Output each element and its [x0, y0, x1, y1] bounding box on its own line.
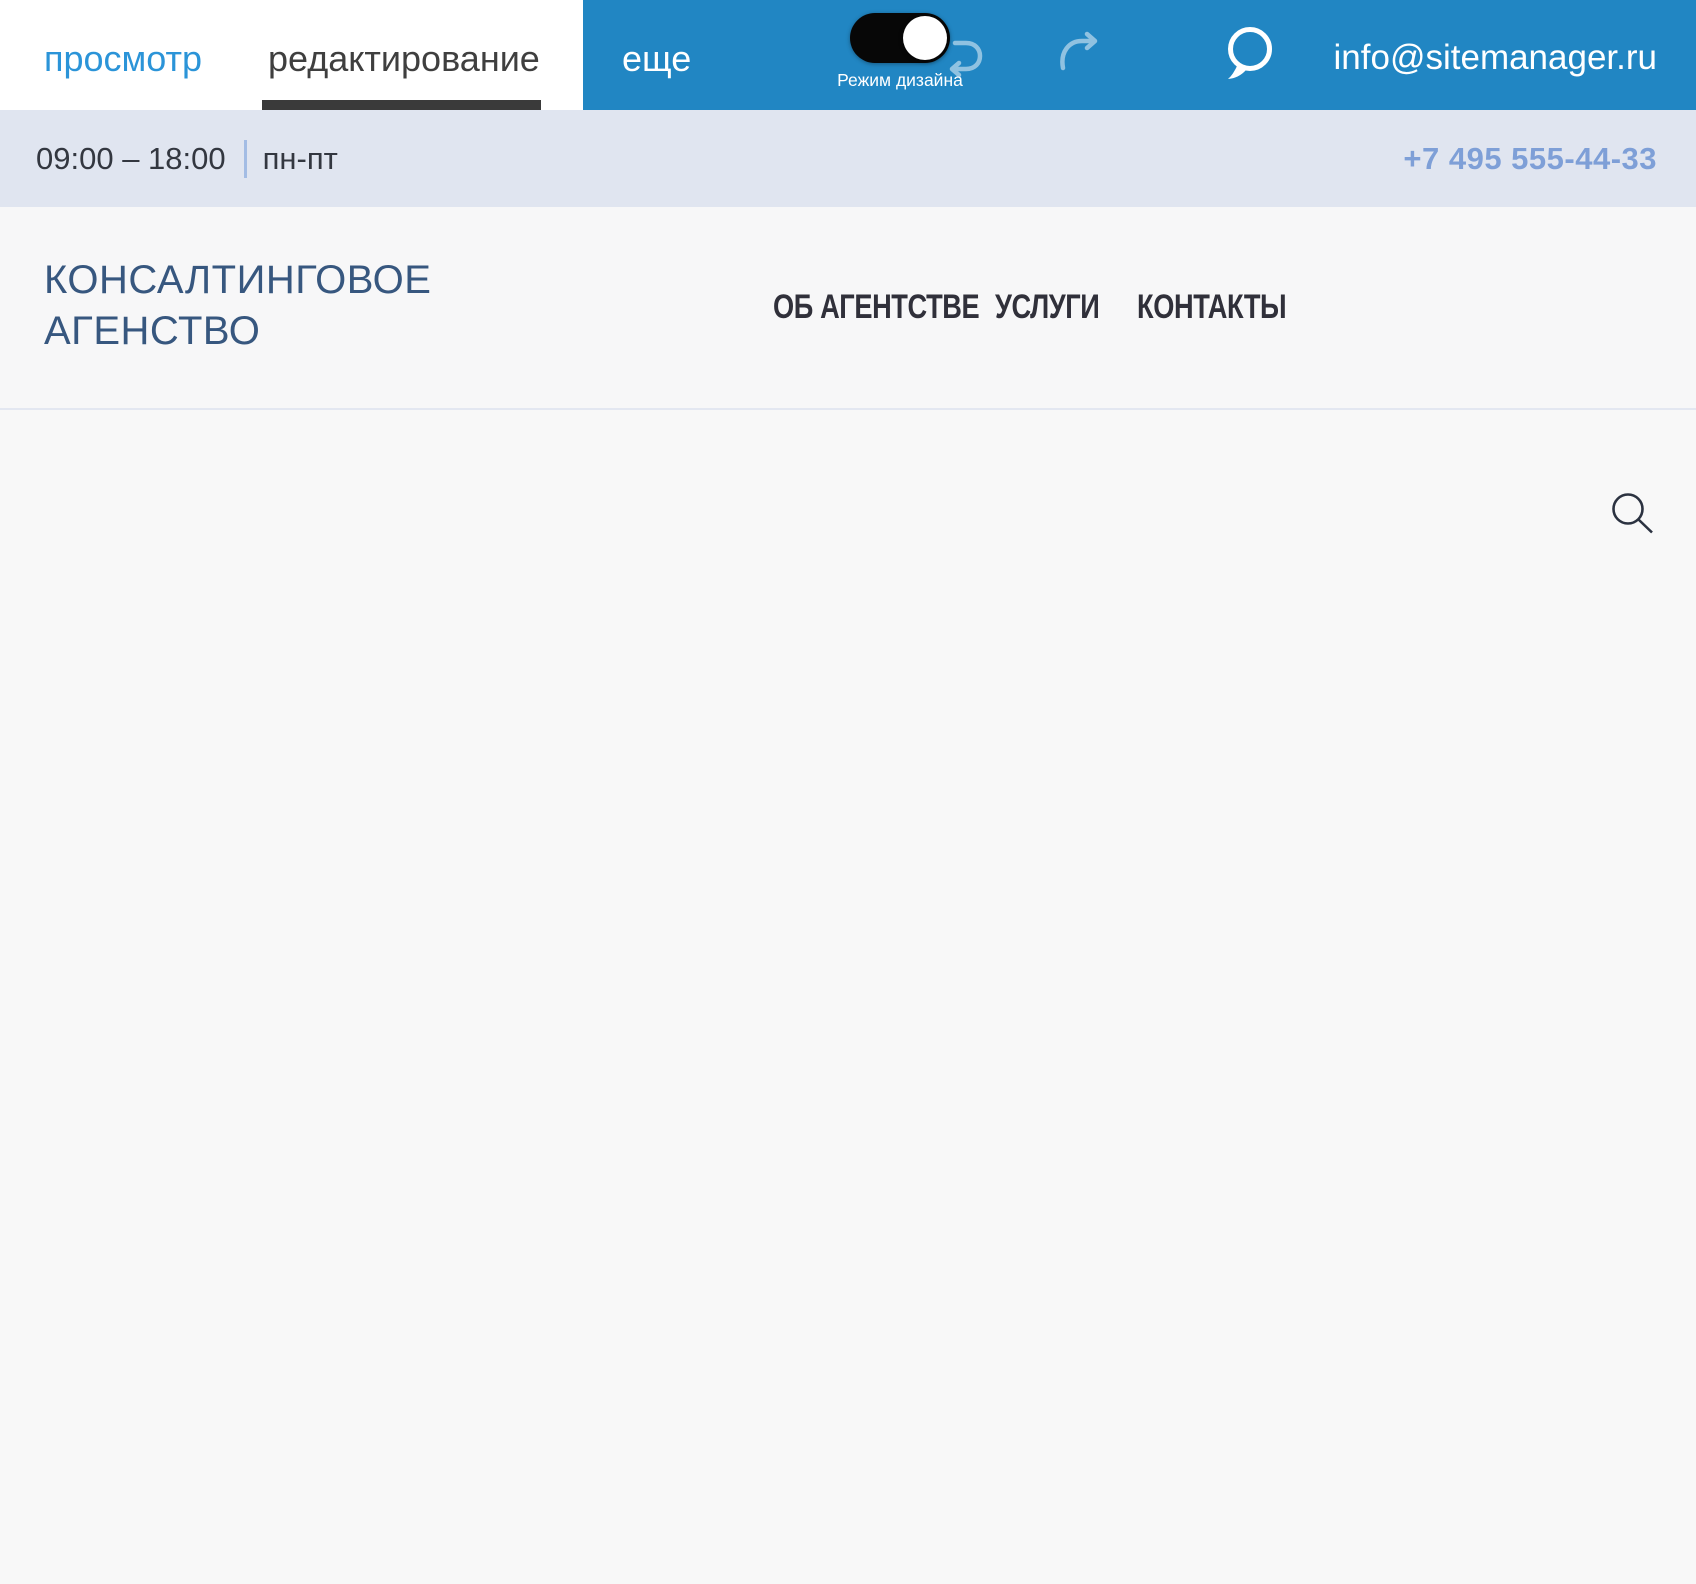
- tab-edit[interactable]: редактирование: [268, 0, 540, 110]
- site-title-line1: КОНСАЛТИНГОВОЕ: [44, 255, 431, 306]
- hours-days-divider: [244, 140, 247, 178]
- active-tab-underline: [262, 100, 541, 110]
- search-icon[interactable]: [1610, 491, 1656, 537]
- site-title-line2: АГЕНСТВО: [44, 306, 431, 357]
- nav-item-services[interactable]: УСЛУГИ: [995, 207, 1099, 408]
- admin-email[interactable]: info@sitemanager.ru: [1334, 0, 1657, 110]
- admin-topbar: просмотр редактирование еще Режим дизайн…: [0, 0, 1696, 110]
- page-content-empty: [0, 410, 1696, 1582]
- more-button[interactable]: еще: [622, 0, 691, 110]
- toggle-knob: [903, 16, 947, 60]
- design-mode-control[interactable]: Режим дизайна: [810, 13, 990, 91]
- nav-item-contacts[interactable]: КОНТАКТЫ: [1137, 207, 1286, 408]
- redo-icon[interactable]: [1056, 30, 1102, 78]
- tab-view[interactable]: просмотр: [44, 0, 202, 110]
- working-days: пн-пт: [263, 141, 338, 177]
- site-title[interactable]: КОНСАЛТИНГОВОЕ АГЕНСТВО: [44, 255, 431, 357]
- design-mode-label: Режим дизайна: [810, 70, 990, 91]
- nav-item-about[interactable]: ОБ АГЕНТСТВЕ: [773, 207, 979, 408]
- contact-infobar: 09:00 – 18:00 пн-пт +7 495 555-44-33: [0, 110, 1696, 207]
- phone-link[interactable]: +7 495 555-44-33: [1403, 141, 1657, 177]
- design-mode-toggle[interactable]: [850, 13, 950, 63]
- site-header: КОНСАЛТИНГОВОЕ АГЕНСТВО ОБ АГЕНТСТВЕ УСЛ…: [0, 207, 1696, 410]
- working-hours: 09:00 – 18:00: [36, 141, 226, 177]
- comment-icon[interactable]: [1225, 26, 1275, 82]
